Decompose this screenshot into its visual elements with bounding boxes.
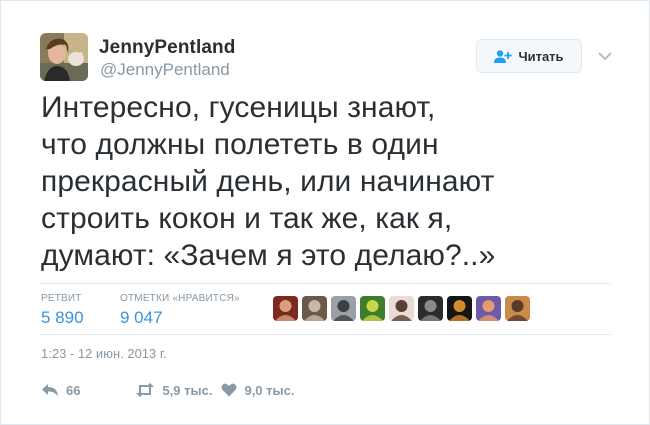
likes-label: ОТМЕТКИ «НРАВИТСЯ» — [120, 293, 240, 304]
tweet-text: Интересно, гусеницы знают, что должны по… — [41, 91, 496, 272]
author-display-name[interactable]: JennyPentland — [99, 37, 235, 59]
retweets-value[interactable]: 5 890 — [41, 308, 84, 328]
tweet-timestamp[interactable]: 1:23 - 12 июн. 2013 г. — [41, 346, 167, 361]
liker-avatar-4[interactable] — [360, 296, 385, 321]
divider-top — [41, 283, 611, 284]
reply-count: 66 — [66, 382, 81, 398]
user-avatar-photo-icon — [40, 33, 88, 81]
liker-avatar-2[interactable] — [302, 296, 327, 321]
liker-avatar-3[interactable] — [331, 296, 356, 321]
heart-icon — [221, 383, 237, 397]
tweet-card: JennyPentland @JennyPentland Читать Инте… — [0, 0, 650, 425]
divider-bottom — [41, 334, 611, 335]
retweet-icon — [136, 383, 155, 397]
likes-stat[interactable]: ОТМЕТКИ «НРАВИТСЯ» 9 047 — [120, 293, 240, 328]
liker-avatar-8[interactable] — [476, 296, 501, 321]
add-user-icon — [494, 49, 513, 63]
follow-button-label: Читать — [518, 48, 564, 64]
tweet-actions: 66 5,9 тыс. 9,0 тыс. — [41, 380, 294, 400]
chevron-down-icon — [598, 52, 612, 61]
author-avatar[interactable] — [40, 33, 88, 81]
reply-action[interactable]: 66 — [41, 383, 80, 398]
liker-avatar-6[interactable] — [418, 296, 443, 321]
liker-avatar-9[interactable] — [505, 296, 530, 321]
liker-avatars — [273, 296, 530, 321]
liker-avatar-5[interactable] — [389, 296, 414, 321]
retweets-label: РЕТВИТ — [41, 293, 82, 304]
author-screen-name[interactable]: @JennyPentland — [100, 60, 230, 80]
more-options-caret[interactable] — [597, 49, 613, 61]
follow-button[interactable]: Читать — [476, 39, 582, 73]
liker-avatar-7[interactable] — [447, 296, 472, 321]
like-count: 9,0 тыс. — [244, 382, 295, 398]
liker-avatar-1[interactable] — [273, 296, 298, 321]
retweets-stat[interactable]: РЕТВИТ 5 890 — [41, 293, 84, 328]
likes-value[interactable]: 9 047 — [120, 308, 240, 328]
reply-icon — [42, 384, 58, 396]
like-action[interactable]: 9,0 тыс. — [221, 383, 294, 398]
retweet-count: 5,9 тыс. — [162, 382, 213, 398]
retweet-action[interactable]: 5,9 тыс. — [135, 383, 212, 398]
